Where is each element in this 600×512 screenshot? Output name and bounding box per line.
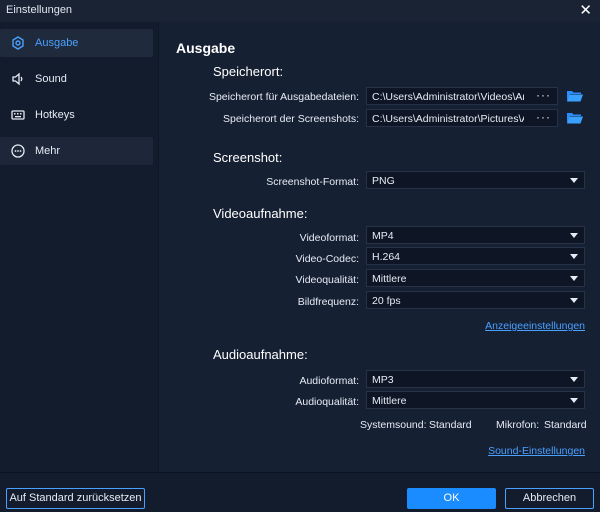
- sidebar-item-label: Ausgabe: [35, 37, 79, 49]
- chevron-down-icon: [570, 178, 578, 183]
- speaker-icon: [12, 72, 23, 86]
- audio-quality-label: Audioqualität:: [295, 396, 359, 408]
- chevron-down-icon: [570, 233, 578, 238]
- chevron-down-icon: [570, 276, 578, 281]
- storage-heading: Speicherort:: [213, 64, 284, 79]
- video-format-value: MP4: [372, 230, 394, 242]
- keyboard-icon: [11, 110, 25, 120]
- sidebar-item-mehr[interactable]: Mehr: [0, 137, 153, 165]
- audio-heading: Audioaufnahme:: [213, 347, 308, 362]
- frame-rate-select[interactable]: 20 fps: [366, 291, 585, 309]
- chevron-down-icon: [570, 377, 578, 382]
- audio-quality-value: Mittlere: [372, 395, 407, 407]
- cancel-button[interactable]: Abbrechen: [505, 488, 594, 509]
- sidebar-item-label: Mehr: [35, 145, 61, 157]
- reset-defaults-button[interactable]: Auf Standard zurücksetzen: [6, 488, 145, 509]
- system-sound-value: Standard: [429, 419, 472, 431]
- output-path-field[interactable]: C:\Users\Administrator\Videos\AnyMP4 Stu…: [366, 87, 558, 105]
- close-icon[interactable]: ✕: [579, 1, 592, 19]
- output-path-label: Speicherort für Ausgabedateien:: [208, 91, 359, 103]
- more-icon: [11, 144, 25, 158]
- screenshot-path-field[interactable]: C:\Users\Administrator\Pictures\AnyMP4 S…: [366, 109, 558, 127]
- video-quality-select[interactable]: Mittlere: [366, 269, 585, 287]
- footer: Auf Standard zurücksetzen OK Abbrechen: [0, 472, 600, 512]
- audio-format-select[interactable]: MP3: [366, 370, 585, 388]
- chevron-down-icon: [570, 298, 578, 303]
- screenshot-path-value: C:\Users\Administrator\Pictures\AnyMP4 S…: [372, 113, 524, 125]
- gear-icon: [12, 36, 24, 50]
- ok-button[interactable]: OK: [407, 488, 496, 509]
- sidebar-item-hotkeys[interactable]: Hotkeys: [0, 101, 153, 129]
- sidebar-item-sound[interactable]: Sound: [0, 65, 153, 93]
- settings-panel: Ausgabe Speicherort: Speicherort für Aus…: [159, 22, 600, 472]
- screenshot-folder-icon[interactable]: [566, 111, 584, 125]
- sound-settings-link[interactable]: Sound-Einstellungen: [488, 445, 585, 457]
- output-path-browse-button[interactable]: ···: [536, 88, 551, 102]
- frame-rate-label: Bildfrequenz:: [297, 296, 359, 308]
- video-codec-label: Video-Codec:: [295, 253, 359, 265]
- output-path-value: C:\Users\Administrator\Videos\AnyMP4 Stu…: [372, 91, 524, 103]
- sidebar-item-label: Sound: [35, 73, 67, 85]
- screenshot-format-label: Screenshot-Format:: [266, 176, 359, 188]
- display-settings-link[interactable]: Anzeigeeinstellungen: [485, 320, 585, 332]
- page-title: Ausgabe: [176, 40, 236, 56]
- output-folder-icon[interactable]: [566, 89, 584, 103]
- sidebar: Ausgabe Sound Hotkeys Mehr: [0, 22, 159, 472]
- video-heading: Videoaufnahme:: [213, 206, 308, 221]
- system-sound-label: Systemsound:: [360, 419, 427, 431]
- sidebar-item-label: Hotkeys: [35, 109, 75, 121]
- video-quality-label: Videoqualität:: [295, 274, 359, 286]
- sidebar-item-ausgabe[interactable]: Ausgabe: [0, 29, 153, 57]
- screenshot-format-select[interactable]: PNG: [366, 171, 585, 189]
- microphone-value: Standard: [544, 419, 587, 431]
- chevron-down-icon: [570, 254, 578, 259]
- microphone-label: Mikrofon:: [496, 419, 540, 431]
- video-format-select[interactable]: MP4: [366, 226, 585, 244]
- screenshot-format-value: PNG: [372, 175, 395, 187]
- video-codec-value: H.264: [372, 251, 401, 263]
- video-quality-value: Mittlere: [372, 273, 407, 285]
- audio-quality-select[interactable]: Mittlere: [366, 391, 585, 409]
- frame-rate-value: 20 fps: [372, 295, 401, 307]
- screenshot-heading: Screenshot:: [213, 150, 283, 165]
- title-bar: Einstellungen ✕: [0, 0, 600, 22]
- chevron-down-icon: [570, 398, 578, 403]
- audio-format-value: MP3: [372, 374, 394, 386]
- screenshot-path-browse-button[interactable]: ···: [536, 110, 551, 124]
- screenshot-path-label: Speicherort der Screenshots:: [223, 113, 359, 125]
- video-format-label: Videoformat:: [299, 232, 359, 244]
- window-title: Einstellungen: [6, 4, 73, 16]
- video-codec-select[interactable]: H.264: [366, 247, 585, 265]
- audio-format-label: Audioformat:: [299, 375, 359, 387]
